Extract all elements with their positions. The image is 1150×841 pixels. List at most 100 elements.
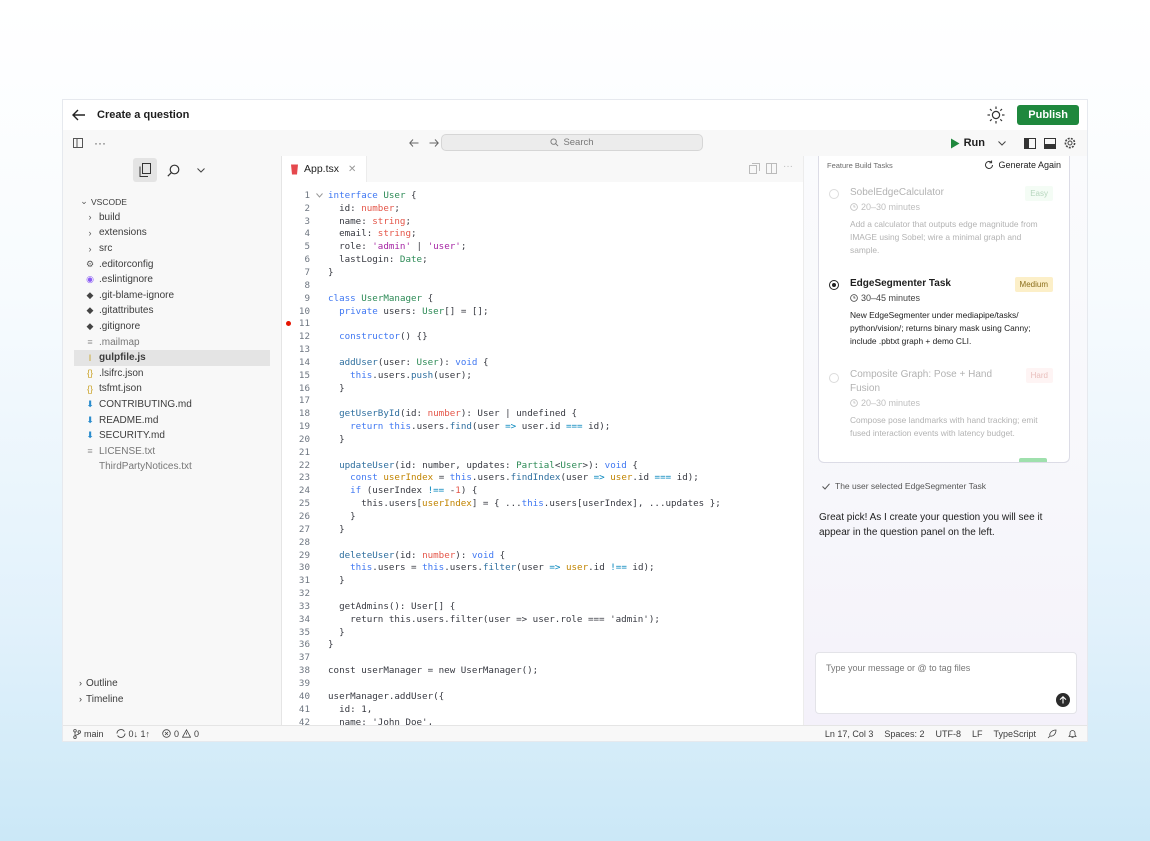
- gutter[interactable]: [310, 574, 328, 587]
- sync-indicator[interactable]: 0↓ 1↑: [116, 729, 150, 739]
- gutter[interactable]: [310, 253, 328, 266]
- gutter[interactable]: [310, 240, 328, 253]
- task-option-3[interactable]: Composite Graph: Pose + Hand Fusion Hard…: [829, 368, 1053, 440]
- gutter[interactable]: [310, 202, 328, 215]
- gutter[interactable]: [310, 266, 328, 279]
- more-actions-icon[interactable]: ···: [783, 161, 793, 179]
- explorer-files-icon[interactable]: [133, 158, 157, 182]
- tree-file[interactable]: {} tsfmt.json: [63, 381, 281, 397]
- close-icon[interactable]: ✕: [348, 164, 356, 175]
- gutter[interactable]: [310, 664, 328, 677]
- gutter[interactable]: [310, 382, 328, 395]
- gutter[interactable]: [310, 600, 328, 613]
- line-ending[interactable]: LF: [972, 729, 983, 739]
- gutter[interactable]: [310, 510, 328, 523]
- gutter[interactable]: [310, 651, 328, 664]
- gutter[interactable]: [310, 497, 328, 510]
- branch-indicator[interactable]: main: [73, 729, 104, 739]
- gutter[interactable]: [310, 292, 328, 305]
- tab-app-tsx[interactable]: App.tsx ✕: [282, 156, 368, 182]
- gutter[interactable]: [310, 626, 328, 639]
- gutter[interactable]: [310, 407, 328, 420]
- tree-file[interactable]: ◉ .eslintignore: [63, 272, 281, 288]
- tree-root[interactable]: ⌄ VSCODE: [63, 194, 281, 210]
- outline-section[interactable]: › Outline: [63, 675, 123, 691]
- task-option-2[interactable]: EdgeSegmenter Task Medium 30–45 minutes …: [829, 277, 1053, 348]
- tree-file[interactable]: ≡ .mailmap: [63, 334, 281, 350]
- tree-file[interactable]: ⚙ .editorconfig: [63, 256, 281, 272]
- radio-button[interactable]: [829, 373, 839, 383]
- gutter[interactable]: [310, 189, 328, 202]
- radio-button-selected[interactable]: [829, 280, 839, 290]
- gutter[interactable]: [310, 330, 328, 343]
- tree-file[interactable]: ⬇ CONTRIBUTING.md: [63, 397, 281, 413]
- problems-indicator[interactable]: 0 0: [162, 729, 199, 739]
- gutter[interactable]: [310, 677, 328, 690]
- gutter[interactable]: [310, 215, 328, 228]
- more-menu-button[interactable]: ···: [91, 134, 109, 152]
- tree-file[interactable]: {} .lsifrc.json: [63, 366, 281, 382]
- task-option-1[interactable]: SobelEdgeCalculator Easy 20–30 minutes A…: [829, 186, 1053, 257]
- tree-folder[interactable]: › extensions: [63, 225, 281, 241]
- tree-file[interactable]: ◆ .git-blame-ignore: [63, 288, 281, 304]
- gutter[interactable]: [310, 549, 328, 562]
- gutter[interactable]: [310, 703, 328, 716]
- gutter[interactable]: [310, 369, 328, 382]
- tree-file[interactable]: ◆ .gitattributes: [63, 303, 281, 319]
- gutter[interactable]: [286, 317, 328, 330]
- split-editor-icon[interactable]: [766, 161, 777, 179]
- toggle-panel-icon[interactable]: [1041, 134, 1059, 152]
- tree-file[interactable]: ⬇ README.md: [63, 412, 281, 428]
- tree-folder[interactable]: › build: [63, 210, 281, 226]
- search-input[interactable]: Search: [441, 134, 703, 151]
- chat-input[interactable]: Type your message or @ to tag files: [815, 652, 1077, 714]
- feedback-icon[interactable]: [1047, 729, 1057, 739]
- gutter[interactable]: [310, 433, 328, 446]
- timeline-section[interactable]: › Timeline: [63, 691, 123, 707]
- publish-button[interactable]: Publish: [1017, 105, 1079, 125]
- gutter[interactable]: [310, 613, 328, 626]
- gutter[interactable]: [310, 420, 328, 433]
- indentation[interactable]: Spaces: 2: [884, 729, 924, 739]
- gutter[interactable]: [310, 690, 328, 703]
- gutter[interactable]: [310, 561, 328, 574]
- gutter[interactable]: [310, 343, 328, 356]
- chevron-down-icon[interactable]: [189, 158, 213, 182]
- gutter[interactable]: [310, 716, 328, 725]
- gutter[interactable]: [310, 446, 328, 459]
- gutter[interactable]: [310, 472, 328, 485]
- bell-icon[interactable]: [1068, 729, 1077, 739]
- back-arrow-icon[interactable]: [69, 105, 89, 125]
- compare-icon[interactable]: [749, 161, 760, 179]
- tree-file[interactable]: ◆ .gitignore: [63, 319, 281, 335]
- tree-file[interactable]: Igulpfile.js: [74, 349, 270, 366]
- run-button[interactable]: Run: [950, 137, 985, 149]
- gutter[interactable]: [310, 356, 328, 369]
- arrow-left-icon[interactable]: [405, 134, 423, 152]
- gutter[interactable]: [310, 639, 328, 652]
- toggle-primary-sidebar-icon[interactable]: [1021, 134, 1039, 152]
- toggle-sidebar-icon[interactable]: [69, 134, 87, 152]
- tree-file[interactable]: ⬇ SECURITY.md: [63, 428, 281, 444]
- gutter[interactable]: [310, 459, 328, 472]
- chevron-down-icon[interactable]: [993, 134, 1011, 152]
- theme-toggle-sun-icon[interactable]: [985, 104, 1007, 126]
- radio-button[interactable]: [829, 189, 839, 199]
- gear-icon[interactable]: [1061, 134, 1079, 152]
- code-area[interactable]: 1 interface User {2 id: number; 3 name: st…: [282, 182, 803, 725]
- gutter[interactable]: [310, 484, 328, 497]
- cursor-position[interactable]: Ln 17, Col 3: [825, 729, 874, 739]
- search-icon[interactable]: [161, 158, 185, 182]
- gutter[interactable]: [310, 587, 328, 600]
- gutter[interactable]: [310, 305, 328, 318]
- gutter[interactable]: [310, 536, 328, 549]
- generate-again-button[interactable]: Generate Again: [984, 160, 1061, 170]
- tree-file[interactable]: ThirdPartyNotices.txt: [63, 459, 281, 475]
- tree-folder[interactable]: › src: [63, 241, 281, 257]
- send-button[interactable]: [1056, 693, 1070, 707]
- fold-chevron-icon[interactable]: [315, 193, 323, 198]
- encoding[interactable]: UTF-8: [935, 729, 961, 739]
- gutter[interactable]: [310, 228, 328, 241]
- gutter[interactable]: [310, 395, 328, 408]
- gutter[interactable]: [310, 279, 328, 292]
